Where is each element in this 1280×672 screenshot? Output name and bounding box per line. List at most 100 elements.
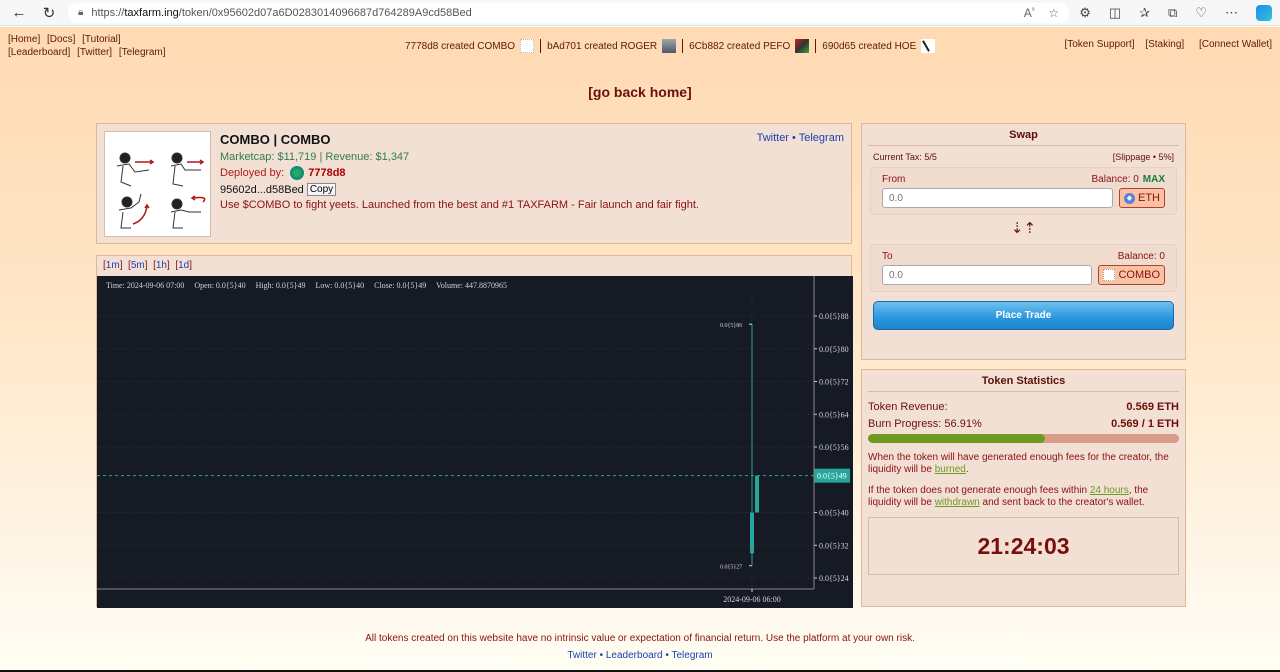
- url-path: /token/0x95602d07a6D0283014096687d764289…: [178, 6, 472, 19]
- deployed-by-label: Deployed by:: [220, 167, 285, 179]
- ticker-item[interactable]: 690d65 created HOE: [822, 39, 936, 53]
- connect-wallet-link[interactable]: [Connect Wallet]: [1199, 39, 1272, 50]
- extensions-icon[interactable]: ⚙︎: [1079, 5, 1091, 21]
- y-tick-label: 0.0{5}56: [819, 443, 849, 452]
- burn-value: 0.569 / 1 ETH: [1111, 418, 1179, 430]
- to-balance: Balance: 0: [1117, 251, 1165, 262]
- footer-links: Twitter • Leaderboard • Telegram: [0, 650, 1280, 661]
- ticker-item[interactable]: 6Cb882 created PEFO: [689, 39, 810, 53]
- high-marker-label: 0.0{5}86: [720, 323, 742, 329]
- address-bar[interactable]: 🔒︎ https://taxfarm.ing/token/0x95602d07a…: [68, 2, 1070, 23]
- note-text: If the token does not generate enough fe…: [868, 485, 1090, 496]
- back-icon[interactable]: ←: [8, 2, 30, 24]
- more-menu-icon[interactable]: ⋯: [1225, 5, 1238, 21]
- token-title: COMBO | COMBO: [220, 132, 331, 147]
- recent-tokens-ticker: 7778d8 created COMBO bAd701 created ROGE…: [405, 39, 936, 53]
- to-amount-input[interactable]: [882, 265, 1093, 285]
- 24-hours-link[interactable]: 24 hours: [1090, 485, 1129, 496]
- url-domain: taxfarm.ing: [124, 6, 179, 19]
- from-token-select[interactable]: ◆ ETH: [1119, 188, 1165, 208]
- from-amount-input[interactable]: [882, 188, 1113, 208]
- from-label: From: [882, 174, 906, 185]
- url-prefix: https://: [91, 6, 125, 19]
- place-trade-button[interactable]: Place Trade: [873, 301, 1174, 330]
- token-image: [104, 131, 211, 237]
- price-chart[interactable]: 0.0{5}88 0.0{5}80 0.0{5}72 0.0{5}64 0.0{5}56…: [97, 276, 853, 608]
- swap-panel: Swap Current Tax: 5/5 [Slippage • 5%] Fr…: [861, 123, 1186, 360]
- note-text: When the token will have generated enoug…: [868, 452, 1169, 475]
- footer-twitter-link[interactable]: Twitter: [567, 650, 596, 661]
- ticker-text: 6Cb882 created PEFO: [689, 40, 791, 52]
- x-tick-label: 2024-09-06 06:00: [723, 595, 781, 604]
- max-button[interactable]: MAX: [1143, 174, 1165, 185]
- eth-icon: ◆: [1124, 192, 1135, 204]
- revenue-label: Token Revenue:: [868, 401, 948, 413]
- timeframe-1d[interactable]: 1d: [178, 260, 189, 271]
- to-token-label: COMBO: [1118, 269, 1160, 281]
- token-thumbnail: [520, 39, 535, 53]
- nav-telegram-link[interactable]: [Telegram]: [119, 47, 166, 58]
- deployer-link[interactable]: 7778d8: [308, 167, 345, 179]
- candlestick-chart-svg[interactable]: 0.0{5}88 0.0{5}80 0.0{5}72 0.0{5}64 0.0{5}56…: [97, 276, 853, 608]
- candle-body: [755, 475, 759, 513]
- tax-row: Current Tax: 5/5 [Slippage • 5%]: [862, 146, 1185, 162]
- token-info-panel: COMBO | COMBO Marketcap: $11,719 | Reven…: [96, 123, 852, 244]
- y-tick-label: 0.0{5}24: [819, 574, 849, 583]
- favorite-star-icon[interactable]: ☆: [1048, 6, 1059, 20]
- y-tick-label: 0.0{5}64: [819, 410, 849, 419]
- token-address-text: 95602d...d58Bed: [220, 183, 304, 196]
- token-address: 95602d...d58Bed Copy: [220, 183, 699, 196]
- link-separator: •: [788, 132, 799, 144]
- footer-telegram-link[interactable]: Telegram: [671, 650, 712, 661]
- timeframe-5m[interactable]: 5m: [131, 260, 145, 271]
- footer-leaderboard-link[interactable]: Leaderboard: [606, 650, 663, 661]
- ticker-item[interactable]: 7778d8 created COMBO: [405, 39, 535, 53]
- boxing-moves-illustration: [116, 152, 206, 229]
- ticker-divider: [540, 39, 542, 53]
- token-thumbnail: [795, 39, 810, 53]
- y-tick-label: 0.0{5}40: [819, 509, 849, 518]
- ticker-divider: [682, 39, 684, 53]
- to-token-select[interactable]: COMBO: [1098, 265, 1165, 285]
- token-telegram-link[interactable]: Telegram: [799, 132, 844, 144]
- copilot-icon[interactable]: [1256, 4, 1272, 21]
- token-twitter-link[interactable]: Twitter: [757, 132, 789, 144]
- nav-home-link[interactable]: [Home]: [8, 34, 40, 45]
- health-icon[interactable]: ♡: [1195, 5, 1207, 21]
- page: [Home] [Docs] [Tutorial] [Leaderboard] […: [0, 27, 1280, 672]
- copy-address-button[interactable]: Copy: [306, 183, 337, 196]
- token-support-link[interactable]: [Token Support]: [1064, 39, 1134, 50]
- current-tax: Current Tax: 5/5: [873, 152, 937, 162]
- ticker-divider: [815, 39, 817, 53]
- ticker-text: 690d65 created HOE: [822, 40, 917, 52]
- nav-leaderboard-link[interactable]: [Leaderboard]: [8, 47, 70, 58]
- note-text: and sent back to the creator's wallet.: [979, 497, 1145, 508]
- nav-tutorial-link[interactable]: [Tutorial]: [82, 34, 121, 45]
- ticker-text: bAd701 created ROGER: [547, 40, 658, 52]
- read-aloud-icon[interactable]: Aᵃ: [1024, 6, 1035, 20]
- split-screen-icon[interactable]: ◫: [1109, 5, 1121, 21]
- token-social-links: Twitter • Telegram: [757, 132, 844, 144]
- disclaimer: All tokens created on this website have …: [365, 633, 915, 644]
- timeframe-1h[interactable]: 1h: [156, 260, 167, 271]
- token-thumbnail: [662, 39, 677, 53]
- staking-link[interactable]: [Staking]: [1145, 39, 1184, 50]
- favorites-icon[interactable]: ✰: [1139, 5, 1150, 21]
- slippage-setting[interactable]: [Slippage • 5%]: [1113, 152, 1174, 162]
- refresh-icon[interactable]: ↻: [38, 2, 60, 24]
- nav-docs-link[interactable]: [Docs]: [47, 34, 75, 45]
- nav-twitter-link[interactable]: [Twitter]: [77, 47, 112, 58]
- deployer-avatar: [290, 166, 305, 180]
- withdrawn-link[interactable]: withdrawn: [935, 497, 980, 508]
- y-tick-label: 0.0{5}72: [819, 378, 849, 387]
- burned-link[interactable]: burned: [935, 464, 966, 475]
- burn-row: Burn Progress: 56.91% 0.569 / 1 ETH: [862, 418, 1185, 430]
- go-back-home-link[interactable]: [go back home]: [588, 84, 691, 100]
- marketcap-revenue: Marketcap: $11,719 | Revenue: $1,347: [220, 151, 410, 163]
- token-statistics-panel: Token Statistics Token Revenue: 0.569 ET…: [861, 369, 1186, 607]
- swap-direction-icon[interactable]: ⇣⇡: [862, 221, 1185, 237]
- ticker-item[interactable]: bAd701 created ROGER: [547, 39, 677, 53]
- y-tick-label: 0.0{5}32: [819, 541, 849, 550]
- timeframe-1m[interactable]: 1m: [106, 260, 120, 271]
- collections-icon[interactable]: ⧉: [1168, 5, 1177, 21]
